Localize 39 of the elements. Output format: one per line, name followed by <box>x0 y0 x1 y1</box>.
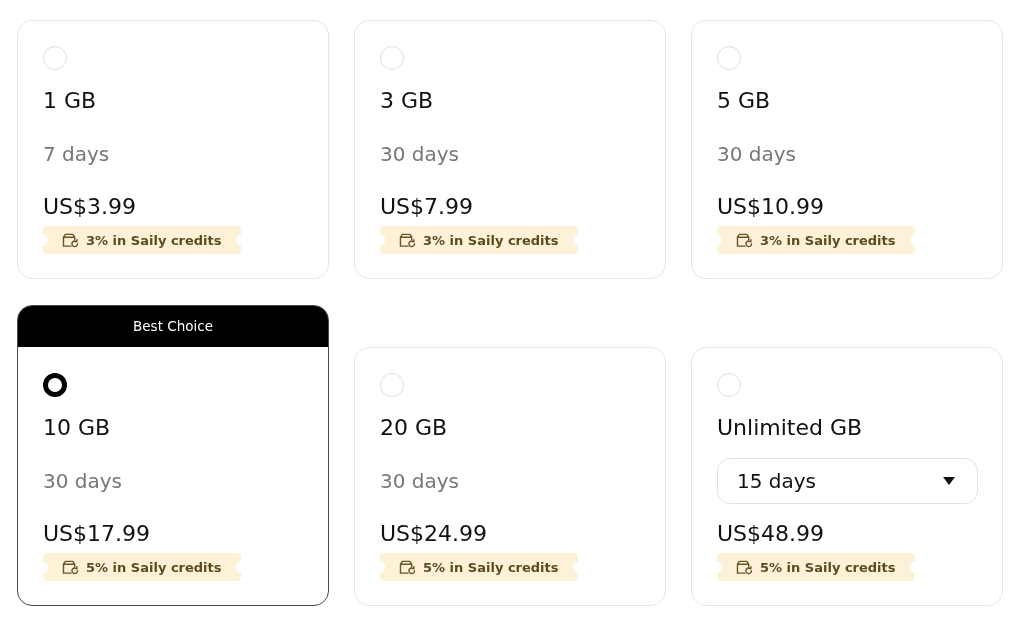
credits-text: 5% in Saily credits <box>760 559 896 575</box>
wallet-icon <box>62 232 79 248</box>
plan-card[interactable]: 1 GB 7 days US$3.99 3% in Saily credits <box>17 20 329 279</box>
duration-dropdown[interactable]: 15 days <box>717 458 978 504</box>
credits-text: 3% in Saily credits <box>423 232 559 248</box>
price: US$17.99 <box>43 520 151 548</box>
data-amount: 3 GB <box>380 87 434 115</box>
wallet-icon <box>736 232 753 248</box>
plan-card[interactable]: 20 GB 30 days US$24.99 5% in Saily credits <box>354 347 666 606</box>
wallet-icon <box>62 559 79 575</box>
plan-card[interactable]: 5 GB 30 days US$10.99 3% in Saily credits <box>691 20 1003 279</box>
validity-period: 30 days <box>717 142 796 166</box>
wallet-icon <box>399 559 416 575</box>
validity-period: 30 days <box>43 469 122 493</box>
wallet-icon <box>399 232 416 248</box>
best-choice-banner: Best Choice <box>18 306 328 347</box>
data-amount: Unlimited GB <box>717 414 863 442</box>
validity-period: 30 days <box>380 469 459 493</box>
data-amount: 1 GB <box>43 87 97 115</box>
price: US$3.99 <box>43 193 137 221</box>
radio-button[interactable] <box>43 373 67 397</box>
data-amount: 5 GB <box>717 87 771 115</box>
credits-text: 3% in Saily credits <box>760 232 896 248</box>
credits-text: 5% in Saily credits <box>423 559 559 575</box>
data-amount: 20 GB <box>380 414 448 442</box>
validity-period: 7 days <box>43 142 110 166</box>
plan-card[interactable]: 3 GB 30 days US$7.99 3% in Saily credits <box>354 20 666 279</box>
caret-down-icon <box>943 477 955 485</box>
plan-card[interactable]: Unlimited GB 15 days US$48.99 5% in Saily credits <box>691 347 1003 606</box>
validity-period: 30 days <box>380 142 459 166</box>
wallet-icon <box>736 559 753 575</box>
credits-text: 3% in Saily credits <box>86 232 222 248</box>
data-amount: 10 GB <box>43 414 111 442</box>
plan-card[interactable]: Best Choice 10 GB 30 days US$17.99 5% in Saily credits <box>17 305 329 606</box>
price: US$7.99 <box>380 193 474 221</box>
price: US$10.99 <box>717 193 825 221</box>
price: US$24.99 <box>380 520 488 548</box>
price: US$48.99 <box>717 520 825 548</box>
credits-text: 5% in Saily credits <box>86 559 222 575</box>
